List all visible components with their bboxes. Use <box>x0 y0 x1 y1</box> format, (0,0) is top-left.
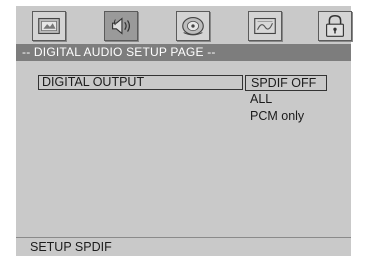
tab-dolby-setup[interactable] <box>176 11 210 41</box>
option-list: SPDIF OFF ALL PCM only <box>245 75 335 126</box>
menu-item-digital-output[interactable]: DIGITAL OUTPUT <box>38 75 243 90</box>
option-all[interactable]: ALL <box>245 92 335 109</box>
setup-tab-bar <box>16 6 352 44</box>
page-title: -- DIGITAL AUDIO SETUP PAGE -- <box>16 44 351 61</box>
lock-icon <box>326 14 344 37</box>
dolby-digital-icon <box>182 17 204 36</box>
status-bar: SETUP SPDIF <box>16 237 351 256</box>
general-setup-icon <box>38 17 60 35</box>
audio-speaker-icon <box>112 17 131 35</box>
setup-screen: -- DIGITAL AUDIO SETUP PAGE -- DIGITAL O… <box>16 6 352 256</box>
video-setup-icon <box>254 17 276 35</box>
option-pcm-only[interactable]: PCM only <box>245 109 335 126</box>
tab-general-setup[interactable] <box>32 11 66 41</box>
tab-audio-setup[interactable] <box>104 11 138 41</box>
tab-preference-lock[interactable] <box>318 11 352 41</box>
tab-video-setup[interactable] <box>248 11 282 41</box>
option-spdif-off[interactable]: SPDIF OFF <box>245 75 327 91</box>
